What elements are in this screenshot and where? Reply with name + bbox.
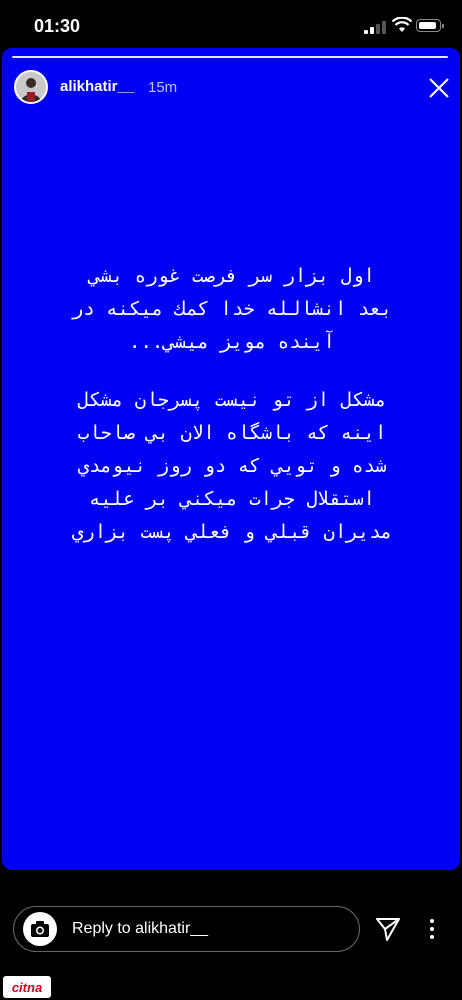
wifi-icon (392, 17, 412, 32)
story-text-line: شده و تويي كه دو روز نيومدي (77, 455, 387, 477)
story-text-line: استقلال جرات ميكني بر عليه (89, 488, 375, 510)
camera-icon (31, 921, 49, 937)
watermark-logo: citna (3, 976, 51, 998)
story-progress-bar (12, 56, 448, 58)
avatar-image (16, 72, 46, 102)
reply-placeholder: Reply to alikhatir__ (72, 920, 209, 937)
story-text-paragraph-2: مشكل از تو نيست پسرجان مشكل اينه كه باشگ… (16, 384, 448, 549)
status-bar: 01:30 (0, 0, 462, 48)
reply-input[interactable]: Reply to alikhatir__ (13, 906, 360, 952)
story-text-paragraph-1: اول بزار سر فرصت غوره بشي بعد انشالله خد… (16, 260, 448, 359)
story-text-line: مديران قبلي و فعلي پست بزاري (71, 521, 393, 543)
story-text-line: مشكل از تو نيست پسرجان مشكل (77, 389, 387, 411)
story-time-ago: 15m (148, 79, 178, 96)
story-text-line: آينده مويز ميشي... (129, 331, 335, 353)
avatar[interactable] (14, 70, 48, 104)
send-icon[interactable] (374, 915, 402, 943)
story-text-line: اينه كه باشگاه الان بي صاحاب (77, 422, 387, 444)
story-username[interactable]: alikhatir__ (60, 78, 134, 95)
story-text-line: اول بزار سر فرصت غوره بشي (89, 265, 375, 287)
cellular-signal-icon (364, 21, 386, 34)
close-icon[interactable] (427, 76, 451, 100)
camera-button[interactable] (23, 912, 57, 946)
more-vertical-icon[interactable] (428, 915, 436, 943)
story-card[interactable]: alikhatir__ 15m اول بزار سر فرصت غوره بش… (2, 48, 460, 870)
battery-icon (416, 19, 444, 32)
status-time: 01:30 (34, 16, 81, 36)
svg-text:citna: citna (12, 980, 42, 995)
story-text-line: بعد انشالله خدا كمك ميكنه در (71, 298, 393, 320)
